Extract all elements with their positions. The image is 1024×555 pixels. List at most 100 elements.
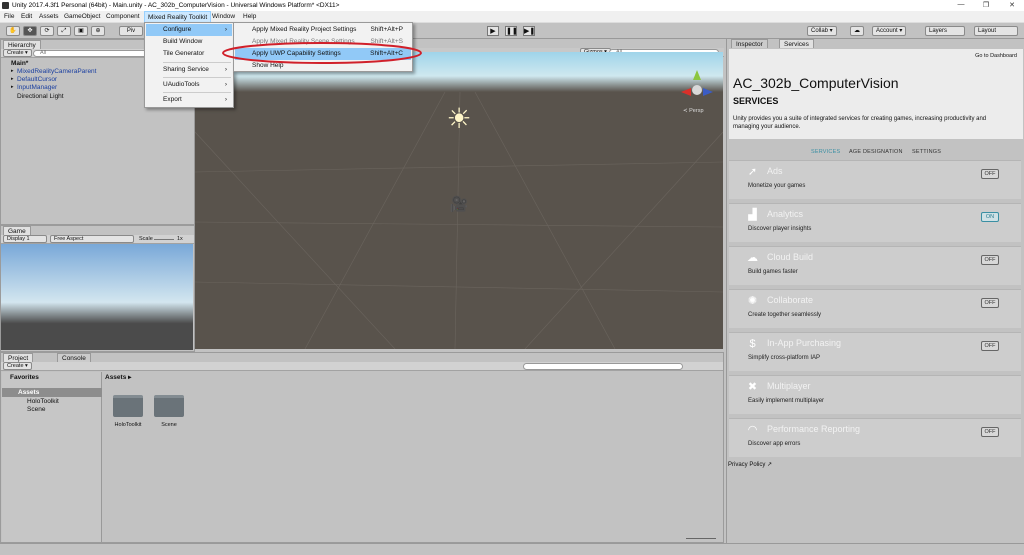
maximize-button[interactable]: ❐ (981, 1, 991, 10)
service-desc: Discover app errors (748, 441, 801, 447)
layout-dropdown[interactable]: Layout (974, 26, 1018, 36)
tab-game[interactable]: Game (3, 226, 31, 235)
menu-component[interactable]: Component (104, 13, 142, 20)
step-button[interactable]: ▶❚ (523, 26, 535, 36)
scale-label: Scale (139, 236, 153, 242)
window-title: Unity 2017.4.3f1 Personal (64bit) - Main… (12, 2, 340, 9)
rect-tool-icon[interactable]: ▣ (74, 26, 88, 36)
title-bar: Unity 2017.4.3f1 Personal (64bit) - Main… (0, 0, 1024, 11)
tab-services-list[interactable]: SERVICES (811, 149, 840, 155)
assets-breadcrumb[interactable]: Assets ▸ (105, 373, 131, 381)
service-card-cloud-build[interactable]: ☁ Cloud Build Build games faster OFF (729, 246, 1021, 285)
hand-tool-icon[interactable]: ✋ (6, 26, 20, 36)
tab-settings[interactable]: SETTINGS (912, 149, 941, 155)
service-toggle[interactable]: OFF (981, 427, 999, 437)
service-name: Ads (767, 166, 783, 176)
orientation-gizmo-icon[interactable] (677, 66, 717, 102)
persp-label[interactable]: ≺ Persp (683, 108, 704, 114)
game-view[interactable] (1, 244, 193, 350)
menu-edit[interactable]: Edit (19, 13, 34, 20)
pause-button[interactable]: ❚❚ (505, 26, 518, 36)
inspector-services-panel: Inspector Services Go to Dashboard AC_30… (726, 39, 1024, 544)
menu-item-uaudiotools[interactable]: UAudioTools › (146, 79, 232, 91)
folder-icon[interactable] (113, 395, 143, 417)
pivot-toggle[interactable]: Piv (119, 26, 143, 36)
close-button[interactable]: ✕ (1007, 1, 1017, 10)
scale-tool-icon[interactable]: ⤢ (57, 26, 71, 36)
hierarchy-item[interactable]: InputManager (17, 84, 57, 91)
tab-services[interactable]: Services (779, 39, 814, 48)
hierarchy-create-dropdown[interactable]: Create ▾ (3, 49, 32, 57)
minimize-button[interactable]: — (956, 1, 966, 10)
tab-age-designation[interactable]: AGE DESIGNATION (849, 149, 903, 155)
service-name: Cloud Build (767, 252, 814, 262)
service-toggle[interactable]: OFF (981, 298, 999, 308)
service-card-in-app-purchasing[interactable]: $ In-App Purchasing Simplify cross-platf… (729, 332, 1021, 371)
project-search-input[interactable] (523, 363, 683, 370)
service-toggle[interactable]: OFF (981, 169, 999, 179)
service-desc: Create together seamlessly (748, 312, 822, 318)
tab-console[interactable]: Console (57, 353, 91, 362)
account-dropdown[interactable]: Account ▾ (872, 26, 907, 36)
menu-help[interactable]: Help (241, 13, 258, 20)
tree-item-holotoolkit[interactable]: HoloToolkit (27, 398, 59, 405)
service-card-multiplayer[interactable]: ✖ Multiplayer Easily implement multiplay… (729, 375, 1021, 414)
performance-icon: ◠ (747, 424, 758, 436)
move-tool-icon[interactable]: ✥ (23, 26, 37, 36)
menu-assets[interactable]: Assets (37, 13, 61, 20)
layers-dropdown[interactable]: Layers (925, 26, 965, 36)
favorites-label[interactable]: Favorites (10, 374, 39, 381)
hierarchy-item[interactable]: DefaultCursor (17, 76, 57, 83)
assets-tree-item[interactable]: Assets (18, 389, 39, 396)
menu-item-configure[interactable]: Configure › (146, 24, 232, 36)
privacy-policy-link[interactable]: Privacy Policy ↗ (728, 461, 772, 468)
service-name: Multiplayer (767, 381, 811, 391)
transform-tool-icon[interactable]: ⊕ (91, 26, 105, 36)
menu-gameobject[interactable]: GameObject (62, 13, 103, 20)
folder-icon[interactable] (154, 395, 184, 417)
multiplayer-icon: ✖ (747, 381, 758, 393)
tab-project[interactable]: Project (3, 353, 34, 362)
service-card-ads[interactable]: ➚ Ads Monetize your games OFF (729, 160, 1021, 199)
service-toggle[interactable]: ON (981, 212, 999, 222)
project-tree: Favorites Assets HoloToolkit Scene (2, 372, 102, 542)
go-to-dashboard-link[interactable]: Go to Dashboard (975, 53, 1017, 59)
service-toggle[interactable]: OFF (981, 341, 999, 351)
tab-inspector[interactable]: Inspector (731, 39, 768, 48)
play-button[interactable]: ▶ (487, 26, 499, 36)
service-name: In-App Purchasing (767, 338, 842, 348)
hierarchy-item[interactable]: MixedRealityCameraParent (17, 68, 96, 75)
menu-file[interactable]: File (2, 13, 16, 20)
project-toolbar: Create ▾ (1, 362, 723, 371)
scene-view[interactable]: ☀ 🎥 ≺ Persp (195, 52, 723, 349)
menu-window[interactable]: Window (210, 13, 237, 20)
service-toggle[interactable]: OFF (981, 255, 999, 265)
hierarchy-item[interactable]: Directional Light (17, 93, 64, 100)
service-card-analytics[interactable]: ▟ Analytics Discover player insights ON (729, 203, 1021, 242)
scene-root[interactable]: Main* (11, 60, 28, 67)
menu-item-export[interactable]: Export › (146, 94, 232, 106)
submenu-arrow-icon: › (224, 26, 227, 33)
collab-dropdown[interactable]: Collab ▾ (807, 26, 837, 36)
expand-arrow-icon[interactable]: ▸ (11, 76, 14, 82)
menu-item-label: UAudioTools (163, 81, 200, 88)
camera-gizmo-icon[interactable]: 🎥 (447, 195, 471, 213)
project-create-dropdown[interactable]: Create ▾ (3, 362, 32, 370)
cloud-icon[interactable]: ☁ (850, 26, 864, 36)
tab-hierarchy[interactable]: Hierarchy (3, 40, 41, 49)
expand-arrow-icon[interactable]: ▸ (11, 84, 14, 90)
iap-icon: $ (749, 338, 756, 350)
service-desc: Monetize your games (748, 183, 806, 189)
service-card-collaborate[interactable]: ✺ Collaborate Create together seamlessly… (729, 289, 1021, 328)
zoom-slider[interactable] (686, 538, 716, 539)
display-dropdown[interactable]: Display 1 (3, 235, 47, 243)
aspect-dropdown[interactable]: Free Aspect (50, 235, 134, 243)
rotate-tool-icon[interactable]: ⟳ (40, 26, 54, 36)
light-gizmo-icon[interactable]: ☀ (444, 104, 474, 134)
tree-item-scene[interactable]: Scene (27, 406, 45, 413)
service-card-performance-reporting[interactable]: ◠ Performance Reporting Discover app err… (729, 418, 1021, 457)
menu-item-apply-project-settings[interactable]: Apply Mixed Reality Project Settings Shif… (235, 24, 411, 36)
scale-slider[interactable] (154, 239, 174, 240)
expand-arrow-icon[interactable]: ▸ (11, 68, 14, 74)
scale-value: 1x (177, 236, 183, 242)
